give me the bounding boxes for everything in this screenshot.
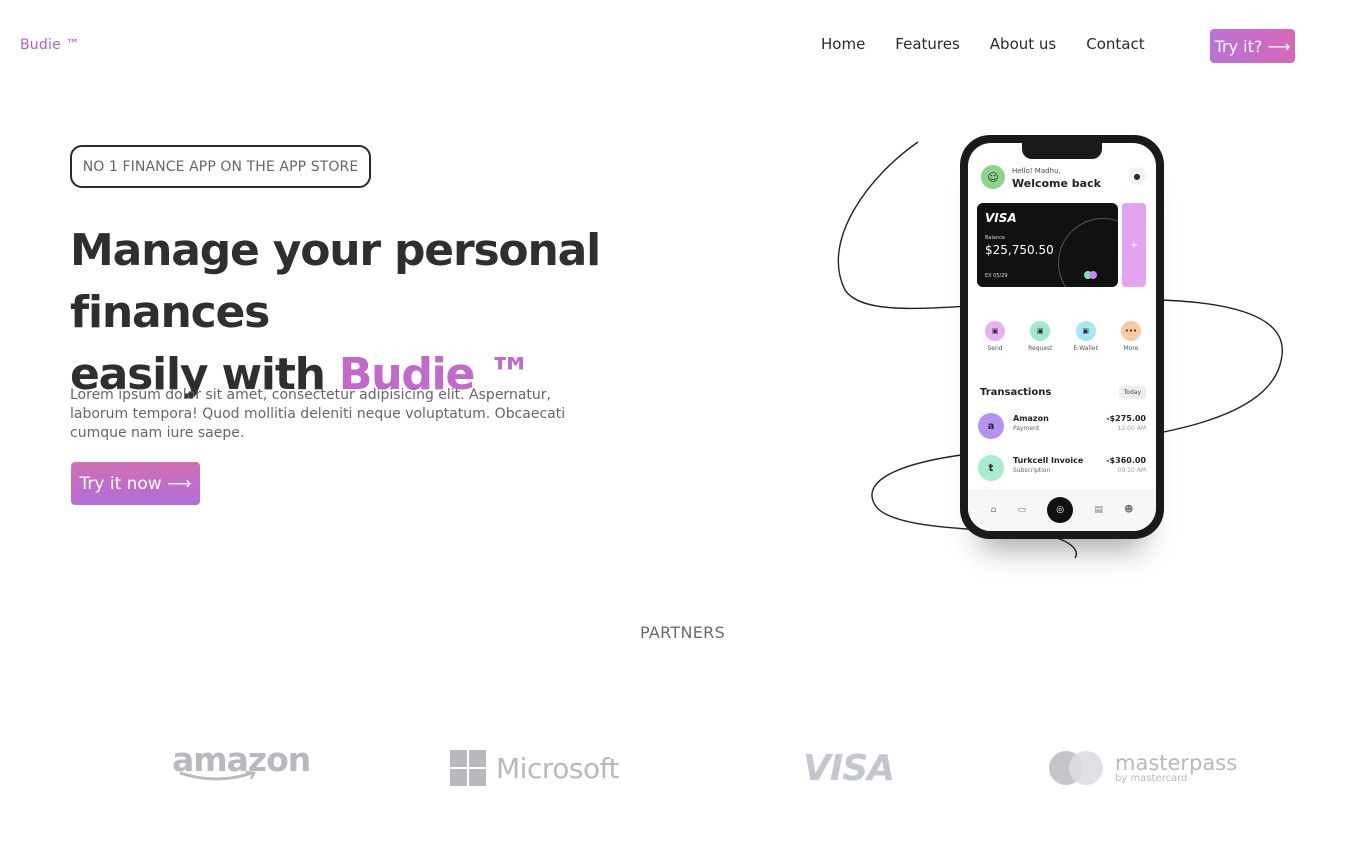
action-label: Request — [1028, 345, 1053, 352]
chart-icon: ▤ — [1094, 505, 1103, 515]
transaction-amount: -$360.00 — [1106, 456, 1146, 465]
transaction-row: a Amazon Payment -$275.00 12:00 AM — [978, 411, 1146, 441]
quick-actions: ▣ Send ▣ Request ▣ E-Wallet ••• More — [978, 321, 1148, 352]
action-send: ▣ Send — [978, 321, 1012, 352]
app-store-badge: NO 1 FINANCE APP ON THE APP STORE — [70, 145, 371, 188]
visa-wordmark: VISA — [803, 747, 895, 789]
microsoft-grid-icon — [450, 750, 486, 786]
transactions-filter: Today — [1118, 386, 1146, 399]
welcome-text: Welcome back — [1012, 177, 1101, 190]
transaction-type: Payment — [1013, 425, 1040, 432]
greeting: Hello! Madhu, — [1012, 167, 1061, 175]
partners-title: PARTNERS — [639, 623, 726, 642]
masterpass-logo: masterpass by mastercard — [1049, 740, 1237, 796]
phone-mockup: ☺ Hello! Madhu, Welcome back ● VISA Bala… — [830, 130, 1300, 580]
nav-contact[interactable]: Contact — [1086, 35, 1144, 53]
avatar: ☺ — [981, 165, 1005, 189]
masterpass-subtitle: by mastercard — [1115, 772, 1188, 784]
balance-label: Balance — [985, 235, 1005, 241]
visa-logo: VISA — [803, 740, 895, 796]
balance-amount: $25,750.50 — [985, 243, 1054, 257]
logo[interactable]: Budie ™ — [20, 37, 80, 53]
transaction-time: 12:00 AM — [1117, 425, 1146, 432]
masterpass-wordmark: masterpass — [1115, 750, 1238, 775]
transaction-time: 09.10 AM — [1117, 467, 1146, 474]
phone-screen: ☺ Hello! Madhu, Welcome back ● VISA Bala… — [968, 143, 1156, 531]
profile-icon: ☻ — [1124, 505, 1134, 515]
transaction-name: Amazon — [1013, 414, 1049, 423]
balance-card: VISA Balance $25,750.50 EX 05/29 — [977, 203, 1118, 287]
amazon-smile-icon — [179, 771, 256, 781]
mastercard-circles-icon — [1049, 751, 1105, 785]
add-card-button: + — [1122, 203, 1146, 287]
nav-home[interactable]: Home — [821, 35, 865, 53]
action-label: More — [1123, 345, 1139, 352]
action-more: ••• More — [1114, 321, 1148, 352]
phone-frame: ☺ Hello! Madhu, Welcome back ● VISA Bala… — [960, 135, 1164, 539]
card-brand: VISA — [985, 211, 1017, 225]
hero-description: Lorem ipsum dolor sit amet, consectetur … — [70, 387, 566, 441]
hero-headline: Manage your personal finances easily wit… — [70, 220, 790, 406]
headline-line-1: Manage your personal finances — [70, 225, 601, 338]
phone-tab-bar: ⌂ ▭ ◎ ▤ ☻ — [968, 489, 1156, 531]
transaction-name: Turkcell Invoice — [1013, 456, 1084, 465]
microsoft-wordmark: Microsoft — [496, 751, 619, 785]
try-it-button[interactable]: Try it? ⟶ — [1210, 29, 1295, 63]
more-icon: ••• — [1120, 321, 1141, 341]
wallet-icon: ▣ — [1075, 321, 1096, 341]
scan-icon: ◎ — [1047, 497, 1074, 523]
nav-about-us[interactable]: About us — [990, 35, 1056, 53]
transaction-type: Subscription — [1013, 467, 1051, 474]
amazon-logo: amazon — [172, 740, 311, 796]
action-label: Send — [987, 345, 1003, 352]
send-icon: ▣ — [985, 321, 1005, 341]
microsoft-logo: Microsoft — [450, 740, 619, 796]
action-request: ▣ Request — [1023, 321, 1057, 352]
amazon-icon: a — [978, 413, 1004, 439]
card-dot-icon — [1089, 271, 1097, 279]
phone-notch — [1022, 143, 1102, 159]
card-expiry: EX 05/29 — [985, 273, 1008, 279]
nav-features[interactable]: Features — [895, 35, 960, 53]
try-it-now-button[interactable]: Try it now ⟶ — [71, 462, 200, 505]
notification-icon: ● — [1128, 167, 1146, 185]
transaction-amount: -$275.00 — [1106, 414, 1146, 423]
action-e-wallet: ▣ E-Wallet — [1069, 321, 1103, 352]
request-icon: ▣ — [1030, 321, 1051, 341]
turkcell-icon: t — [978, 455, 1004, 481]
home-icon: ⌂ — [990, 505, 997, 515]
transaction-row: t Turkcell Invoice Subscription -$360.00… — [978, 453, 1146, 483]
action-label: E-Wallet — [1073, 345, 1098, 352]
transactions-title: Transactions — [980, 387, 1052, 398]
wallet-icon: ▭ — [1017, 505, 1026, 515]
main-nav: Home Features About us Contact — [821, 35, 1145, 53]
